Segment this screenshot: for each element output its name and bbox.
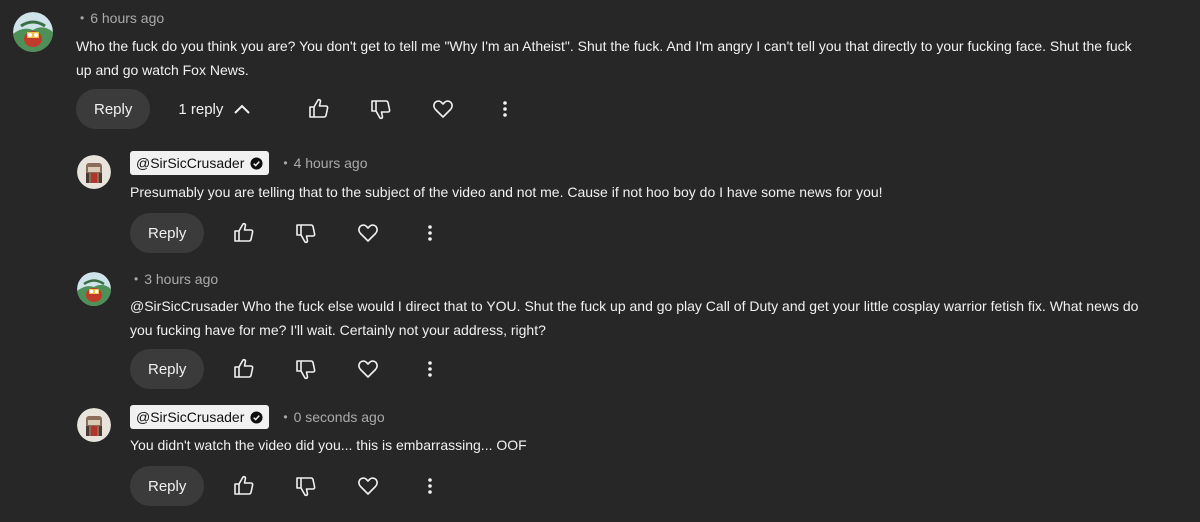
more-actions-button[interactable] xyxy=(412,215,448,251)
timestamp[interactable]: 6 hours ago xyxy=(90,10,164,26)
heart-button[interactable] xyxy=(350,468,386,504)
separator-dot: • xyxy=(134,272,139,286)
thumbs-down-icon xyxy=(371,100,391,120)
comment-meta: • 3 hours ago xyxy=(134,267,218,291)
more-actions-button[interactable] xyxy=(412,468,448,504)
thumbs-up-icon xyxy=(234,358,254,378)
more-actions-button[interactable] xyxy=(412,351,448,387)
avatar[interactable] xyxy=(77,408,111,442)
thumbs-down-icon xyxy=(296,360,316,380)
heart-icon xyxy=(358,360,379,378)
author-name: @SirSicCrusader xyxy=(136,155,245,171)
heart-icon xyxy=(433,100,454,118)
separator-dot: • xyxy=(283,156,288,170)
reply-button[interactable]: Reply xyxy=(130,213,205,253)
timestamp[interactable]: 4 hours ago xyxy=(294,155,368,171)
separator-dot: • xyxy=(283,410,288,424)
author-chip[interactable]: @SirSicCrusader xyxy=(130,405,270,429)
heart-icon xyxy=(358,224,379,242)
heart-icon xyxy=(358,477,379,495)
thumbs-down-icon xyxy=(296,224,316,244)
more-vert-icon xyxy=(428,225,433,241)
comment-text: Who the fuck do you think you are? You d… xyxy=(76,34,1132,82)
comment-meta: • 6 hours ago xyxy=(80,6,164,30)
chevron-up-icon xyxy=(234,104,251,114)
more-vert-icon xyxy=(428,361,433,377)
comment-meta: @SirSicCrusader • 4 hours ago xyxy=(130,151,368,175)
timestamp[interactable]: 0 seconds ago xyxy=(294,409,385,425)
dislike-button[interactable] xyxy=(288,468,324,504)
comment-actions: Reply xyxy=(130,349,448,389)
comment-meta: @SirSicCrusader • 0 seconds ago xyxy=(130,405,385,429)
more-vert-icon xyxy=(428,478,433,494)
comment-text-line: Presumably you are telling that to the s… xyxy=(130,184,883,200)
replies-toggle-button[interactable]: 1 reply xyxy=(178,101,251,118)
avatar[interactable] xyxy=(13,12,53,52)
author-name: @SirSicCrusader xyxy=(136,409,245,425)
verified-check-icon xyxy=(250,410,263,424)
separator-dot: • xyxy=(80,11,85,25)
timestamp[interactable]: 3 hours ago xyxy=(144,271,218,287)
comment-thread: • 6 hours ago Who the fuck do you think … xyxy=(0,0,1200,522)
verified-check-icon xyxy=(250,156,263,170)
dislike-button[interactable] xyxy=(288,351,324,387)
reply-button[interactable]: Reply xyxy=(130,349,205,389)
comment-text-line: You didn't watch the video did you... th… xyxy=(130,437,527,453)
comment-actions: Reply 1 reply xyxy=(76,89,523,129)
thumbs-down-icon xyxy=(296,477,316,497)
heart-button[interactable] xyxy=(350,215,386,251)
comment-text-line: up and go watch Fox News. xyxy=(76,62,249,78)
comment-text-line: Who the fuck do you think you are? You d… xyxy=(76,38,1132,54)
thumbs-up-icon xyxy=(309,98,329,118)
comment-actions: Reply xyxy=(130,213,448,253)
comment-text: Presumably you are telling that to the s… xyxy=(130,180,883,204)
avatar[interactable] xyxy=(77,272,111,306)
reply-button[interactable]: Reply xyxy=(130,466,205,506)
comment-text: You didn't watch the video did you... th… xyxy=(130,433,527,457)
like-button[interactable] xyxy=(226,351,262,387)
avatar[interactable] xyxy=(77,155,111,189)
reply-button[interactable]: Reply xyxy=(76,89,151,129)
thumbs-up-icon xyxy=(234,475,254,495)
comment-text-line: you fucking have for me? I'll wait. Cert… xyxy=(130,322,546,338)
like-button[interactable] xyxy=(226,468,262,504)
more-vert-icon xyxy=(503,101,508,117)
thumbs-up-icon xyxy=(234,222,254,242)
more-actions-button[interactable] xyxy=(487,91,523,127)
author-chip[interactable]: @SirSicCrusader xyxy=(130,151,270,175)
comment-text-line: @SirSicCrusader Who the fuck else would … xyxy=(130,298,1139,314)
heart-button[interactable] xyxy=(425,91,461,127)
dislike-button[interactable] xyxy=(363,91,399,127)
heart-button[interactable] xyxy=(350,351,386,387)
comment-text: @SirSicCrusader Who the fuck else would … xyxy=(130,294,1138,342)
dislike-button[interactable] xyxy=(288,215,324,251)
replies-count-label: 1 reply xyxy=(178,100,224,118)
like-button[interactable] xyxy=(301,91,337,127)
comment-actions: Reply xyxy=(130,466,448,506)
like-button[interactable] xyxy=(226,215,262,251)
